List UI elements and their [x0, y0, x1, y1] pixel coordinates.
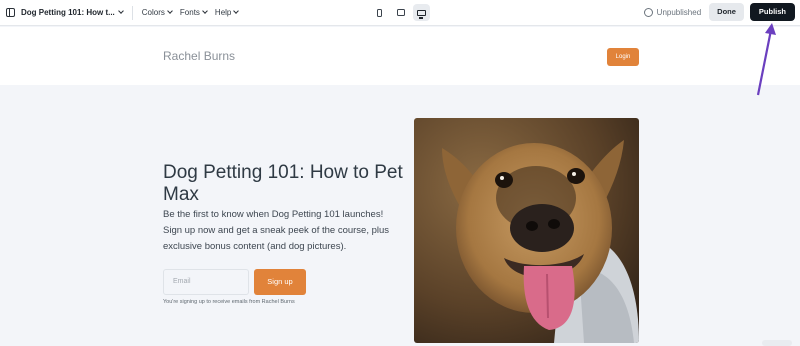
signup-button[interactable]: Sign up: [254, 269, 306, 295]
menu-help-label: Help: [214, 8, 232, 17]
hero-title: Dog Petting 101: How to Pet Max: [163, 162, 403, 205]
login-button[interactable]: Login: [607, 48, 639, 66]
signup-disclaimer: You're signing up to receive emails from…: [163, 299, 295, 305]
site-brand[interactable]: Rachel Burns: [163, 49, 235, 63]
menu-fonts-label: Fonts: [179, 8, 200, 17]
email-field[interactable]: Email: [163, 269, 249, 295]
chevron-down-icon: [167, 8, 173, 14]
status-circle-icon: [643, 7, 653, 17]
dog-photo-illustration: [414, 118, 639, 343]
tablet-preview-button[interactable]: [392, 4, 409, 21]
menu-help[interactable]: Help: [214, 8, 240, 17]
publish-status: Unpublished: [643, 7, 702, 17]
tablet-icon: [396, 9, 405, 16]
scroll-indicator[interactable]: [762, 340, 792, 346]
device-preview-switcher: [371, 4, 430, 21]
menu-colors[interactable]: Colors: [141, 8, 173, 17]
chevron-down-icon: [233, 8, 240, 14]
page-title-dropdown[interactable]: Dog Petting 101: How t...: [21, 8, 115, 17]
phone-icon: [377, 8, 382, 17]
chevron-down-icon[interactable]: [117, 8, 124, 14]
menu-colors-label: Colors: [141, 8, 165, 17]
menu-fonts[interactable]: Fonts: [179, 8, 208, 17]
done-button[interactable]: Done: [709, 3, 744, 21]
site-header: Rachel Burns Login: [0, 27, 800, 85]
dog-photo: [414, 118, 639, 343]
mobile-preview-button[interactable]: [371, 4, 388, 21]
sidebar-toggle-icon[interactable]: [6, 8, 15, 17]
status-label: Unpublished: [656, 7, 702, 17]
desktop-preview-button[interactable]: [413, 4, 430, 21]
editor-toolbar: Dog Petting 101: How t... Colors Fonts H…: [0, 0, 800, 26]
publish-button[interactable]: Publish: [749, 3, 795, 21]
divider: [131, 5, 133, 20]
hero-subtitle: Be the first to know when Dog Petting 10…: [163, 209, 390, 252]
chevron-down-icon: [202, 8, 208, 14]
desktop-icon: [417, 9, 426, 19]
